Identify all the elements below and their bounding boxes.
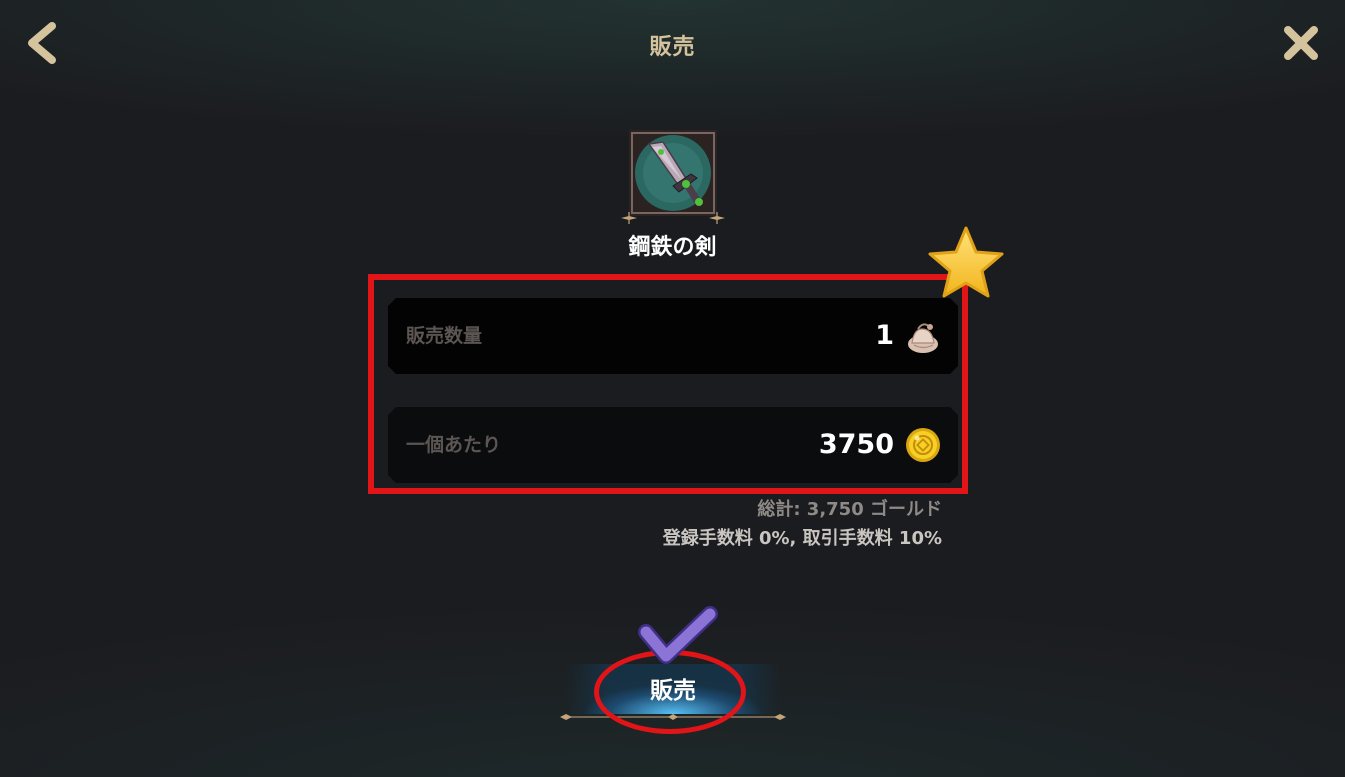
sell-button[interactable]: 販売 [560,664,786,720]
page-title: 販売 [649,35,696,60]
close-button[interactable] [1282,24,1320,62]
total-gold-text: 総計: 3,750 ゴールド [757,499,942,520]
star-icon [928,226,1004,298]
steel-sword-icon [621,130,725,224]
item-icon-frame [621,128,725,224]
close-x-icon [1284,26,1318,60]
sell-screen: 販売 鋼鉄の剣 販売数量 1 一個あたり 3750 総計: 3,750 ゴールド… [0,0,1345,777]
fee-info-text: 登録手数料 0%, 取引手数料 10% [662,528,942,549]
sell-button-label: 販売 [650,678,696,704]
checkmark-icon [638,606,718,664]
highlight-box [368,274,968,494]
item-name: 鋼鉄の剣 [628,235,717,260]
